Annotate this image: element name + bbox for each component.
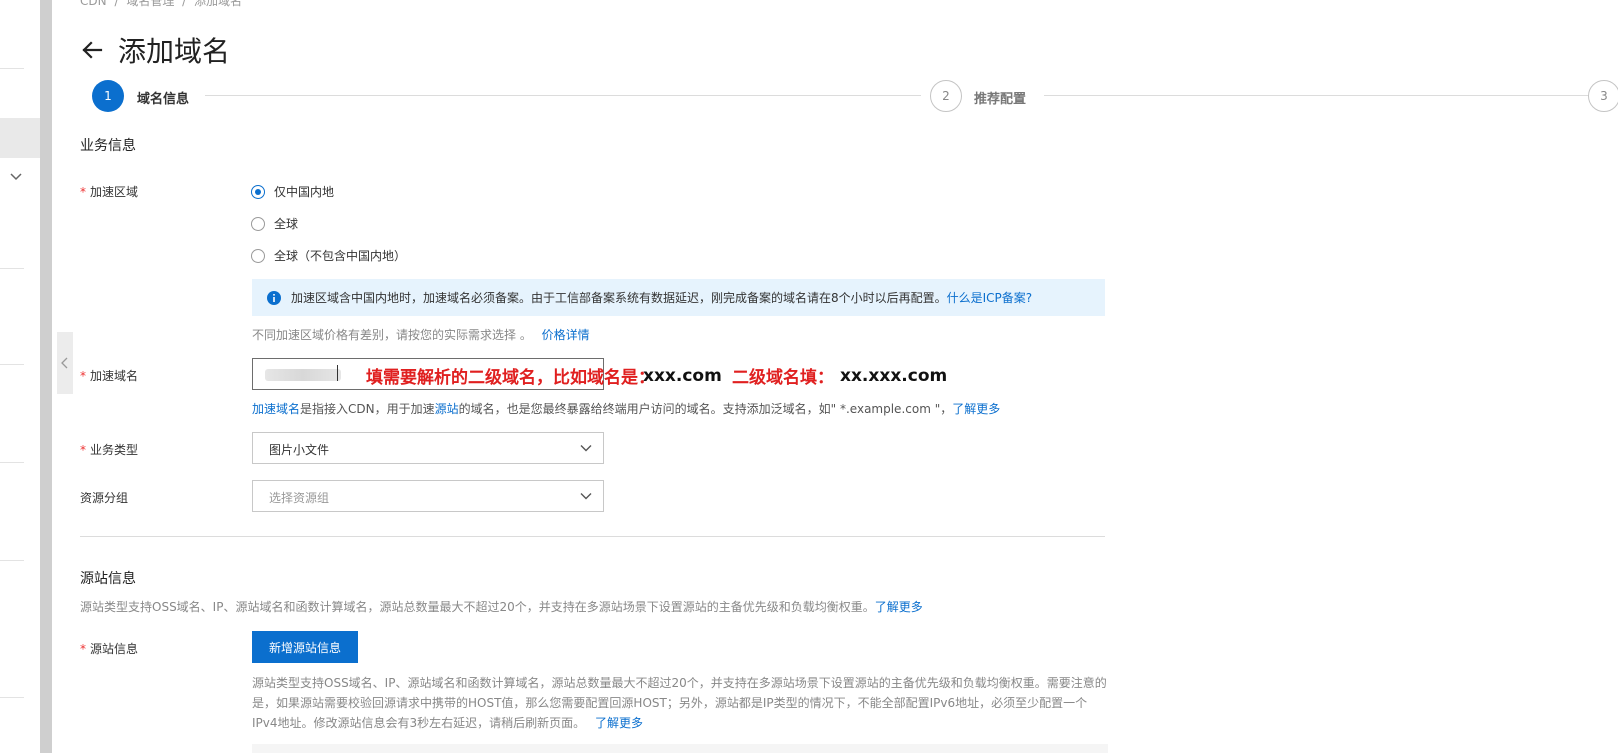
region-option-mainland[interactable]: 仅中国内地 <box>251 183 334 200</box>
annotation-example-domain: xxx.com <box>643 366 722 386</box>
add-origin-button[interactable]: 新增源站信息 <box>252 631 358 663</box>
radio-label: 全球 <box>274 217 299 231</box>
alert-text: 加速区域含中国内地时，加速域名必须备案。由于工信部备案系统有数据延迟，刚完成备案… <box>291 291 947 305</box>
origin-desc-text: 源站类型支持OSS域名、IP、源站域名和函数计算域名，源站总数量最大不超过20个… <box>80 600 875 614</box>
step-3-circle: 3 <box>1588 80 1618 112</box>
nav-collapse-toggle[interactable] <box>57 332 73 394</box>
nav-separator <box>0 697 24 698</box>
business-type-label: * 业务类型 <box>80 443 139 457</box>
domain-help-text: 是指接入CDN，用于加速 <box>300 402 435 416</box>
domain-help-text: 的域名，也是您最终暴露给终端用户访问的域名。支持添加泛域名，如" *.examp… <box>458 402 953 416</box>
domain-term-link[interactable]: 加速域名 <box>252 402 300 416</box>
annotation-instruction: 填需要解析的二级域名，比如域名是： <box>366 368 655 388</box>
back-arrow-icon[interactable] <box>80 38 104 62</box>
origin-table-top <box>252 744 1108 753</box>
domain-label: * 加速域名 <box>80 369 139 383</box>
page-header: 添加域名 <box>80 30 230 70</box>
breadcrumb-current: 添加域名 <box>194 0 243 8</box>
step-2-circle: 2 <box>930 80 962 112</box>
chevron-left-icon <box>61 357 68 369</box>
breadcrumb-separator: / <box>182 0 187 8</box>
chevron-down-icon <box>580 445 592 452</box>
business-type-select[interactable]: 图片小文件 <box>252 432 604 464</box>
nav-separator <box>0 364 24 365</box>
nav-active-item[interactable] <box>0 118 40 158</box>
nav-scrollbar[interactable] <box>40 0 52 753</box>
nav-separator <box>0 268 24 269</box>
info-icon <box>267 290 281 305</box>
price-note-text: 不同加速区域价格有差别，请按您的实际需求选择 。 <box>252 328 532 342</box>
origin-notes-text: 源站类型支持OSS域名、IP、源站域名和函数计算域名，源站总数量最大不超过20个… <box>252 676 1107 730</box>
annotation-example-subdomain: xx.xxx.com <box>840 366 948 386</box>
resource-group-select[interactable]: 选择资源组 <box>252 480 604 512</box>
step-indicator: 1 域名信息 2 推荐配置 3 <box>92 80 1618 112</box>
chevron-down-icon[interactable] <box>8 168 24 184</box>
region-option-global-excl-mainland[interactable]: 全球（不包含中国内地） <box>251 247 406 264</box>
left-nav-rail <box>0 0 40 753</box>
icp-alert: 加速区域含中国内地时，加速域名必须备案。由于工信部备案系统有数据延迟，刚完成备案… <box>252 279 1105 316</box>
origin-notes-learn-more-link[interactable]: 了解更多 <box>595 716 643 730</box>
origin-label: * 源站信息 <box>80 642 139 656</box>
chevron-down-icon <box>580 493 592 500</box>
step-1-label: 域名信息 <box>137 92 190 107</box>
origin-learn-more-link[interactable]: 了解更多 <box>875 600 923 614</box>
resource-group-placeholder: 选择资源组 <box>269 491 330 505</box>
breadcrumb-separator: / <box>114 0 119 8</box>
nav-separator <box>0 68 24 69</box>
domain-help: 加速域名是指接入CDN，用于加速源站的域名，也是您最终暴露给终端用户访问的域名。… <box>252 400 1000 417</box>
price-detail-link[interactable]: 价格详情 <box>542 328 590 342</box>
nav-separator <box>0 560 24 561</box>
radio-unchecked[interactable] <box>251 216 265 231</box>
annotation-subdomain-label: 二级域名填： <box>732 368 834 388</box>
breadcrumb-cdn[interactable]: CDN <box>80 0 107 8</box>
text-caret <box>337 365 338 381</box>
resource-group-label: 资源分组 <box>80 491 129 505</box>
redacted-value <box>265 369 341 381</box>
region-option-global[interactable]: 全球 <box>251 215 298 232</box>
step-2-label: 推荐配置 <box>974 92 1027 107</box>
business-section-title: 业务信息 <box>80 138 136 154</box>
origin-description: 源站类型支持OSS域名、IP、源站域名和函数计算域名，源站总数量最大不超过20个… <box>80 598 923 615</box>
radio-label: 仅中国内地 <box>274 185 335 199</box>
region-label: * 加速区域 <box>80 185 139 199</box>
origin-term-link[interactable]: 源站 <box>435 402 459 416</box>
step-connector <box>205 95 921 96</box>
icp-link[interactable]: 什么是ICP备案? <box>947 289 1033 306</box>
origin-section-title: 源站信息 <box>80 571 136 587</box>
origin-notes: 源站类型支持OSS域名、IP、源站域名和函数计算域名，源站总数量最大不超过20个… <box>252 673 1108 733</box>
page-title: 添加域名 <box>118 35 231 68</box>
radio-unchecked[interactable] <box>251 248 265 263</box>
breadcrumb-domain-manage[interactable]: 域名管理 <box>126 0 174 8</box>
radio-label: 全球（不包含中国内地） <box>274 249 407 263</box>
price-note: 不同加速区域价格有差别，请按您的实际需求选择 。 价格详情 <box>252 326 590 343</box>
breadcrumb: CDN / 域名管理 / 添加域名 <box>80 0 246 9</box>
step-connector <box>1044 95 1618 96</box>
step-1-circle: 1 <box>92 80 124 112</box>
domain-learn-more-link[interactable]: 了解更多 <box>952 402 1000 416</box>
radio-checked[interactable] <box>251 184 265 199</box>
nav-separator <box>0 462 24 463</box>
business-type-value: 图片小文件 <box>269 443 330 457</box>
section-divider <box>80 536 1105 537</box>
